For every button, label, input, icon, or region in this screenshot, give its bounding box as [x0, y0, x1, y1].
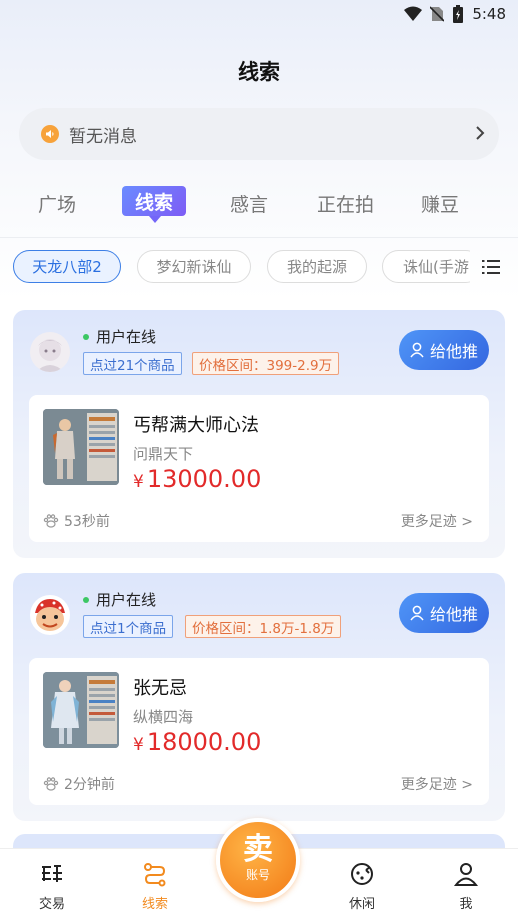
more-footprints-link[interactable]: 更多足迹 >: [401, 774, 473, 794]
nav-clues[interactable]: 线索: [125, 861, 185, 912]
tab-clues[interactable]: 线索: [122, 186, 186, 223]
wifi-icon: [404, 6, 423, 21]
menu-icon[interactable]: [482, 259, 500, 275]
currency-symbol: ¥: [133, 735, 144, 755]
lead-card: 用户在线 点过1个商品 价格区间：1.8万-1.8万 给他推 张无忌 纵横四海 …: [13, 573, 505, 821]
profile-icon: [453, 863, 479, 886]
push-button-label: 给他推: [429, 342, 478, 361]
item-server: 纵横四海: [133, 708, 194, 726]
nav-trade[interactable]: 交易: [22, 861, 82, 912]
item-card[interactable]: 张无忌 纵横四海 ¥18000.00 2分钟前 更多足迹 >: [29, 658, 489, 805]
item-price: ¥18000.00: [133, 728, 261, 756]
trade-icon: [42, 865, 62, 882]
page-title: 线索: [238, 60, 280, 84]
time-ago: 2分钟前: [43, 774, 115, 794]
filter-chip[interactable]: 梦幻新诛仙: [137, 250, 251, 283]
time-ago: 53秒前: [43, 511, 110, 531]
sell-account-button[interactable]: 卖 账号: [216, 818, 300, 902]
chevron-right-icon: [476, 126, 485, 140]
sell-label: 卖: [243, 832, 273, 867]
price-range-tag: 价格区间：399-2.9万: [192, 352, 340, 375]
time-ago-label: 53秒前: [64, 514, 110, 530]
nav-label: 我: [459, 897, 473, 912]
online-label: 用户在线: [96, 328, 157, 346]
item-thumbnail: [43, 409, 119, 485]
viewed-items-tag: 点过1个商品: [83, 615, 174, 638]
status-time: 5:48: [472, 5, 506, 23]
user-icon: [410, 605, 424, 621]
item-server: 问鼎天下: [133, 445, 194, 463]
clue-icon: [144, 863, 166, 887]
avatar: [30, 595, 70, 635]
filter-chip[interactable]: 天龙八部2: [13, 250, 121, 283]
notice-bar[interactable]: 暂无消息: [19, 108, 499, 160]
price-value: 18000.00: [146, 728, 262, 756]
speaker-icon: [41, 125, 59, 143]
tab-auction[interactable]: 正在拍: [317, 190, 374, 217]
filter-chip[interactable]: 诛仙(手游: [382, 250, 470, 283]
battery-icon: [453, 5, 464, 23]
sell-sublabel: 账号: [245, 868, 270, 882]
online-dot: [83, 596, 89, 603]
item-price: ¥13000.00: [133, 465, 261, 493]
push-button[interactable]: 给他推: [399, 330, 489, 370]
paw-icon: [43, 777, 59, 791]
item-card[interactable]: 丐帮满大师心法 问鼎天下 ¥13000.00 53秒前 更多足迹 >: [29, 395, 489, 542]
tab-bar: 广场 感言 正在拍 赚豆: [0, 184, 518, 224]
nav-me[interactable]: 我: [436, 861, 496, 912]
nav-label: 交易: [38, 897, 65, 912]
tab-earn-beans[interactable]: 赚豆: [421, 190, 459, 217]
tab-thanks[interactable]: 感言: [230, 190, 268, 217]
push-button[interactable]: 给他推: [399, 593, 489, 633]
price-value: 13000.00: [146, 465, 262, 493]
item-thumbnail: [43, 672, 119, 748]
tab-square[interactable]: 广场: [38, 190, 76, 217]
item-name: 张无忌: [133, 678, 187, 699]
divider: [0, 237, 518, 238]
more-footprints-link[interactable]: 更多足迹 >: [401, 511, 473, 531]
no-sim-icon: [430, 6, 445, 22]
user-icon: [410, 342, 424, 358]
item-name: 丐帮满大师心法: [133, 415, 259, 436]
online-dot: [83, 333, 89, 340]
price-range-tag: 价格区间：1.8万-1.8万: [185, 615, 342, 638]
paw-icon: [43, 514, 59, 528]
online-status: 用户在线: [83, 326, 156, 347]
online-status: 用户在线: [83, 589, 156, 610]
game-icon: [351, 863, 373, 885]
game-filter-row: 天龙八部2 梦幻新诛仙 我的起源 诛仙(手游: [0, 250, 470, 284]
lead-card: 用户在线 点过21个商品 价格区间：399-2.9万 给他推 丐帮满大师心法 问…: [13, 310, 505, 558]
viewed-items-tag: 点过21个商品: [83, 352, 182, 375]
online-label: 用户在线: [96, 591, 157, 609]
notice-text: 暂无消息: [69, 126, 137, 147]
push-button-label: 给他推: [429, 605, 478, 624]
nav-label: 休闲: [348, 897, 375, 912]
nav-leisure[interactable]: 休闲: [332, 861, 392, 912]
avatar: [30, 332, 70, 372]
time-ago-label: 2分钟前: [64, 777, 115, 793]
nav-label: 线索: [141, 897, 168, 912]
filter-chip[interactable]: 我的起源: [267, 250, 367, 283]
status-bar: 5:48: [0, 0, 518, 30]
currency-symbol: ¥: [133, 472, 144, 492]
